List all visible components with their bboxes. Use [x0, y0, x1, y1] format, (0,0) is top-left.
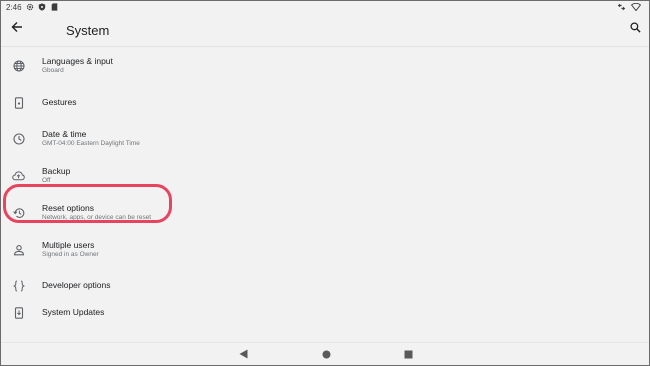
- data-arrows-icon: [617, 3, 626, 13]
- sd-card-icon: [50, 3, 58, 11]
- setting-date-time[interactable]: Date & time GMT-04:00 Eastern Daylight T…: [1, 120, 649, 156]
- setting-title: Gestures: [42, 97, 77, 107]
- setting-subtitle: Signed in as Owner: [42, 251, 99, 258]
- page-title: System: [66, 23, 110, 38]
- setting-backup[interactable]: Backup Off: [1, 157, 649, 193]
- setting-subtitle: Off: [42, 177, 51, 184]
- system-update-icon: [11, 305, 26, 320]
- gear-icon: [26, 3, 34, 11]
- setting-title: Languages & input: [42, 56, 113, 66]
- arrow-back-icon: [11, 20, 23, 38]
- setting-gestures[interactable]: Gestures: [1, 84, 649, 120]
- setting-title: Multiple users: [42, 240, 95, 250]
- setting-title: System Updates: [42, 307, 105, 317]
- wifi-icon: [630, 2, 642, 13]
- setting-languages-input[interactable]: Languages & input Gboard: [1, 47, 649, 83]
- clock-icon: [11, 131, 26, 146]
- cloud-upload-icon: [11, 168, 26, 183]
- setting-reset-options[interactable]: Reset options Network, apps, or device c…: [1, 194, 649, 230]
- nav-recents-button[interactable]: [402, 349, 414, 361]
- app-bar: System: [1, 13, 649, 47]
- setting-title: Reset options: [42, 203, 94, 213]
- back-button[interactable]: [7, 19, 27, 39]
- recents-square-icon: [404, 346, 413, 364]
- setting-title: Developer options: [42, 280, 111, 290]
- back-triangle-icon: [239, 346, 248, 364]
- globe-icon: [11, 58, 26, 73]
- setting-multiple-users[interactable]: Multiple users Signed in as Owner: [1, 231, 649, 267]
- gestures-icon: [11, 95, 26, 110]
- setting-title: Date & time: [42, 129, 87, 139]
- home-circle-icon: [322, 346, 331, 364]
- search-icon: [629, 20, 641, 38]
- shield-icon: [38, 3, 46, 11]
- nav-home-button[interactable]: [320, 349, 332, 361]
- navigation-bar: [1, 342, 649, 365]
- setting-subtitle: GMT-04:00 Eastern Daylight Time: [42, 140, 140, 147]
- person-icon: [11, 242, 26, 257]
- status-time: 2:46: [6, 2, 22, 12]
- screen-frame: 2:46 System Languages & input Gboard Ges…: [0, 0, 650, 366]
- status-right-icons: [617, 2, 642, 13]
- setting-title: Backup: [42, 166, 71, 176]
- nav-back-button[interactable]: [237, 349, 249, 361]
- status-bar: 2:46: [1, 1, 649, 13]
- setting-system-updates[interactable]: System Updates: [1, 294, 649, 330]
- braces-icon: [11, 278, 26, 293]
- search-button[interactable]: [625, 19, 645, 39]
- setting-subtitle: Network, apps, or device can be reset: [42, 214, 152, 221]
- history-icon: [11, 205, 26, 220]
- setting-subtitle: Gboard: [42, 67, 64, 74]
